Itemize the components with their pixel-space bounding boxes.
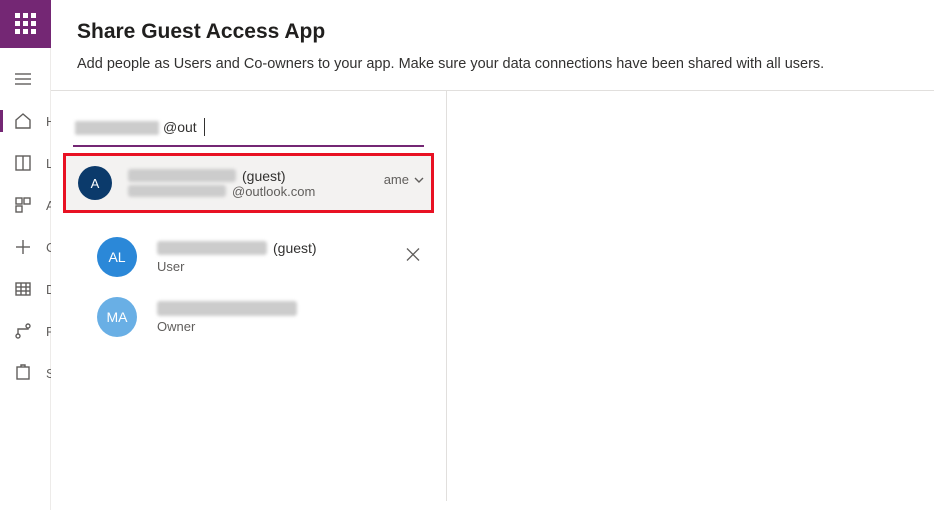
redacted-text xyxy=(128,185,226,197)
panel-content: @out A (guest) @outlook.com ame xyxy=(51,91,934,501)
panel-header: Share Guest Access App Add people as Use… xyxy=(51,0,934,91)
waffle-icon[interactable] xyxy=(15,13,37,35)
apps-icon xyxy=(14,196,32,214)
sidebar-item-apps[interactable]: A xyxy=(0,184,50,226)
page-subtitle: Add people as Users and Co-owners to you… xyxy=(77,56,908,72)
person-name-suffix: (guest) xyxy=(273,240,317,256)
person-row: MA Owner xyxy=(51,287,446,347)
avatar: AL xyxy=(97,237,137,277)
solutions-icon xyxy=(14,364,32,382)
app-launcher-bar xyxy=(0,0,51,48)
avatar: MA xyxy=(97,297,137,337)
person-row: AL (guest) User xyxy=(51,227,446,287)
sidebar-item-home[interactable]: H xyxy=(0,100,50,142)
hamburger-icon xyxy=(14,70,32,88)
sort-by-name[interactable]: ame xyxy=(384,172,425,187)
shared-people-list: AL (guest) User MA xyxy=(51,227,446,347)
redacted-text xyxy=(157,301,297,316)
avatar: A xyxy=(78,166,112,200)
person-role: Owner xyxy=(157,319,303,334)
sidebar-nav: H L A C D F S xyxy=(0,48,51,510)
chevron-down-icon xyxy=(413,174,425,186)
suggestion-email-suffix: @outlook.com xyxy=(232,184,315,199)
share-left-pane: @out A (guest) @outlook.com ame xyxy=(51,91,447,501)
book-icon xyxy=(14,154,32,172)
share-right-pane xyxy=(447,91,934,501)
main-panel: Share Guest Access App Add people as Use… xyxy=(51,0,934,510)
sidebar-item-hamburger[interactable] xyxy=(0,58,50,100)
close-icon xyxy=(406,248,420,262)
redacted-text xyxy=(75,121,159,135)
sort-label-fragment: ame xyxy=(384,172,409,187)
suggestion-name-suffix: (guest) xyxy=(242,168,286,184)
sidebar-item-create[interactable]: C xyxy=(0,226,50,268)
sidebar-item-solutions[interactable]: S xyxy=(0,352,50,394)
remove-person-button[interactable] xyxy=(406,248,420,267)
person-role: User xyxy=(157,259,317,274)
page-title: Share Guest Access App xyxy=(77,20,908,44)
text-caret xyxy=(204,118,205,136)
people-suggestion-item[interactable]: A (guest) @outlook.com ame xyxy=(63,153,434,213)
sidebar-item-flows[interactable]: F xyxy=(0,310,50,352)
suggestion-text: (guest) @outlook.com xyxy=(128,168,315,199)
people-search-wrap: @out xyxy=(73,115,424,147)
flow-icon xyxy=(14,322,32,340)
sidebar-item-data[interactable]: D xyxy=(0,268,50,310)
sidebar-item-learn[interactable]: L xyxy=(0,142,50,184)
plus-icon xyxy=(14,238,32,256)
redacted-text xyxy=(128,169,236,182)
redacted-text xyxy=(157,241,267,255)
home-icon xyxy=(14,112,32,130)
table-icon xyxy=(14,280,32,298)
